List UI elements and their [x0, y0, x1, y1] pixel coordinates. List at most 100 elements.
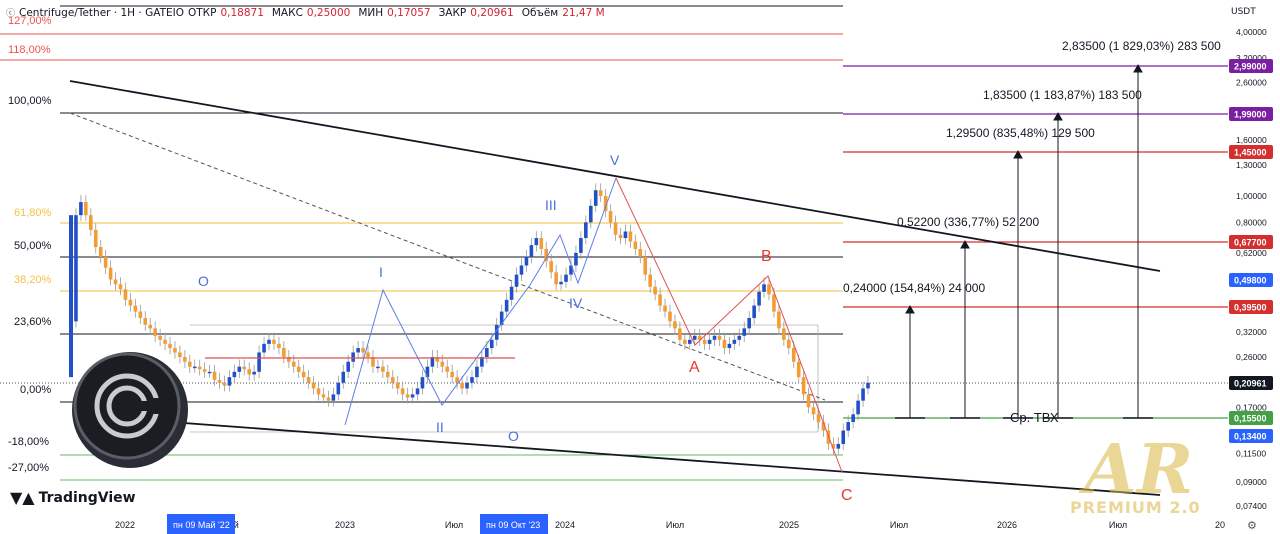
fib-label: 61,80% — [14, 207, 52, 219]
candle-body — [346, 361, 351, 372]
candle-body — [460, 382, 464, 389]
candle-body — [163, 339, 167, 344]
candle-body — [376, 366, 380, 369]
candle-body — [395, 382, 400, 389]
wave-label-I: I — [379, 264, 383, 280]
candle-body — [588, 205, 593, 223]
candle-body — [158, 335, 162, 340]
tradingview-icon: ▼▲ — [10, 488, 35, 507]
price-tick-label: 1,00000 — [1236, 191, 1267, 201]
candle-body — [801, 377, 806, 395]
wave-label-O: O — [508, 428, 519, 444]
candle-body — [767, 284, 771, 295]
candle-body — [148, 324, 153, 329]
candle-body — [663, 305, 667, 312]
time-tick-label: Июл — [445, 520, 463, 530]
tradingview-logo: ▼▲ TradingView — [10, 488, 136, 507]
time-tick-label: Июл — [666, 520, 684, 530]
candle-body — [489, 339, 494, 349]
candle-body — [752, 305, 756, 319]
price-tick-label: 4,00000 — [1236, 27, 1267, 37]
price-tag-label: 0,39500 — [1234, 303, 1267, 313]
wave-label-O: O — [198, 273, 209, 289]
candle-body — [786, 339, 791, 349]
candle-body — [712, 335, 717, 340]
fib-label: 50,00% — [14, 240, 52, 252]
price-tag-label: 0,15500 — [1234, 414, 1267, 424]
low-value: 0,17057 — [387, 6, 431, 19]
candle-body — [262, 343, 266, 353]
candle-body — [683, 339, 687, 344]
fib-label: -18,00% — [8, 436, 49, 448]
wave-label-IV: IV — [569, 295, 583, 311]
candle-body — [796, 361, 801, 378]
price-tick-label: 1,30000 — [1236, 160, 1267, 170]
candle-body — [242, 366, 247, 370]
candle-body — [390, 377, 395, 383]
price-tick-label: 0,11500 — [1236, 449, 1266, 459]
candle-body — [138, 311, 143, 319]
candle-body — [564, 274, 568, 282]
candle-body — [673, 321, 677, 329]
candle-body — [762, 284, 766, 292]
candle-body — [584, 222, 588, 239]
target-label: 0,24000 (154,84%) 24 000 — [843, 281, 985, 295]
candle-body — [267, 339, 271, 344]
candle-body — [173, 348, 177, 353]
candle-body — [118, 284, 123, 290]
centrifuge-logo — [72, 352, 188, 468]
candle-body — [197, 366, 202, 370]
wave-label-A: A — [689, 359, 700, 376]
candle-body — [618, 234, 623, 239]
candle-body — [366, 352, 370, 357]
candle-body — [658, 294, 662, 306]
candle-body — [69, 215, 73, 378]
candle-body — [811, 407, 816, 415]
candle-body — [742, 328, 747, 336]
candle-body — [613, 222, 618, 235]
price-tag-label: 0,49800 — [1234, 276, 1267, 286]
candle-body — [851, 414, 855, 423]
candle-body — [450, 371, 454, 378]
candle-body — [316, 388, 321, 395]
price-tag-label: 0,20961 — [1234, 378, 1267, 388]
fib-label: 118,00% — [8, 44, 51, 56]
candle-body — [98, 247, 103, 257]
candle-body — [668, 311, 672, 322]
currency-label[interactable]: USDT — [1231, 7, 1256, 17]
candle-body — [504, 299, 509, 312]
candle-body — [866, 382, 870, 389]
close-value: 0,20961 — [470, 6, 514, 19]
candle-body — [470, 377, 474, 383]
candle-body — [351, 352, 355, 362]
candle-body — [687, 339, 692, 344]
candle-body — [836, 443, 841, 449]
candle-body — [84, 202, 88, 216]
candle-body — [247, 369, 252, 375]
candle-body — [559, 281, 563, 285]
high-label: МАКС — [271, 6, 303, 19]
watermark-premium: PREMIUM 2.0 — [1070, 498, 1201, 517]
candle-body — [420, 377, 425, 389]
candle-body — [579, 238, 583, 253]
candle-body — [237, 366, 242, 372]
settings-gear-icon[interactable]: ⚙ — [1247, 519, 1257, 532]
candle-body — [192, 366, 197, 369]
candle-body — [856, 400, 860, 415]
candle-body — [143, 318, 148, 325]
candle-body — [727, 343, 732, 349]
high-value: 0,25000 — [306, 6, 351, 19]
candle-body — [311, 382, 316, 389]
target-label: 1,29500 (835,48%) 129 500 — [946, 126, 1095, 140]
target-label: 0,52200 (336,77%) 52 200 — [897, 215, 1039, 229]
open-value: 0,18871 — [220, 6, 264, 19]
candle-body — [361, 348, 365, 353]
candle-body — [841, 430, 846, 444]
candle-body — [252, 371, 256, 375]
tradingview-text: TradingView — [38, 489, 136, 506]
candle-body — [306, 377, 311, 383]
symbol-title[interactable]: Centrifuge/Tether · 1H · GATEIO — [19, 7, 184, 19]
candle-body — [623, 231, 628, 239]
price-tick-label: 0,26000 — [1236, 352, 1267, 362]
price-tag-label: 1,99000 — [1234, 110, 1267, 120]
